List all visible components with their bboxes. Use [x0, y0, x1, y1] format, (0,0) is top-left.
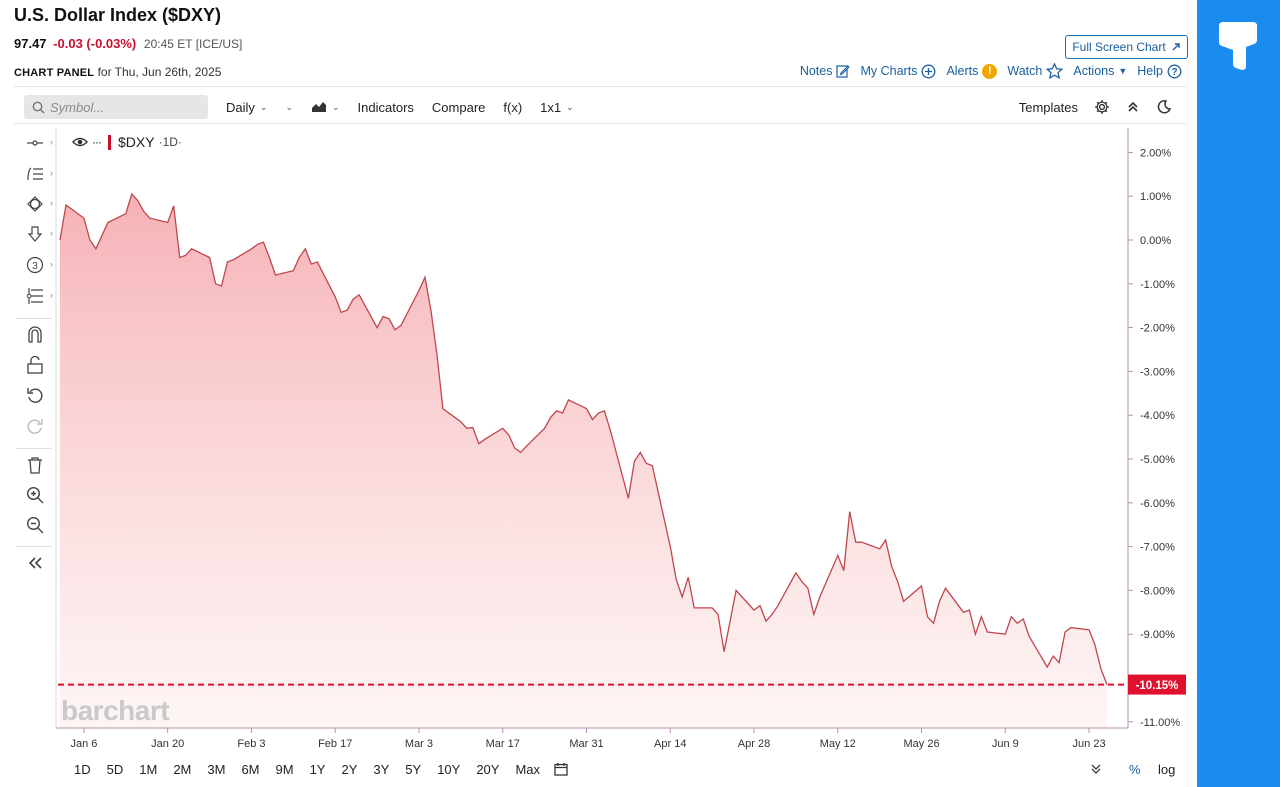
range-collapse[interactable] — [1090, 758, 1102, 780]
x-tick-label: May 26 — [903, 738, 939, 750]
y-tick-label: -1.00% — [1140, 279, 1175, 291]
percent-scale-toggle[interactable]: % — [1129, 758, 1141, 780]
range-button-3m[interactable]: 3M — [199, 762, 233, 777]
x-tick-label: Mar 17 — [486, 738, 520, 750]
price-chart[interactable]: -10.15% 2.00% 1.00% 0.00% -1.00% -2.00% -3.00… — [0, 0, 1197, 787]
x-tick-label: Jun 23 — [1073, 738, 1106, 750]
x-tick-label: Mar 31 — [569, 738, 603, 750]
brand-sidebar — [1197, 0, 1280, 787]
range-button-1y[interactable]: 1Y — [302, 762, 334, 777]
x-tick-label: Jan 6 — [70, 738, 97, 750]
x-tick-label: Feb 17 — [318, 738, 352, 750]
y-tick-label: -9.00% — [1140, 629, 1175, 641]
y-tick-label: 1.00% — [1140, 191, 1171, 203]
series-area-fill — [60, 194, 1107, 728]
x-tick-label: Jan 20 — [151, 738, 184, 750]
range-button-6m[interactable]: 6M — [233, 762, 267, 777]
x-axis-ticks: Jan 6 Jan 20 Feb 3 Feb 17 Mar 3 Mar 17 Mar 31 A… — [70, 728, 1106, 750]
x-tick-label: Feb 3 — [237, 738, 265, 750]
x-tick-label: May 12 — [820, 738, 856, 750]
time-range-selector: 1D 5D 1M 2M 3M 6M 9M 1Y 2Y 3Y 5Y 10Y 20Y Max — [66, 758, 568, 780]
range-button-10y[interactable]: 10Y — [429, 762, 468, 777]
x-tick-label: Jun 9 — [992, 738, 1019, 750]
range-button-5d[interactable]: 5D — [99, 762, 132, 777]
x-tick-label: Apr 28 — [738, 738, 770, 750]
y-tick-label: -7.00% — [1140, 542, 1175, 554]
barchart-watermark: barchart — [61, 695, 170, 726]
legend-more-icon[interactable]: ··· — [92, 135, 102, 149]
y-tick-label: -2.00% — [1140, 323, 1175, 335]
y-tick-label: -4.00% — [1140, 410, 1175, 422]
x-tick-label: Mar 3 — [405, 738, 433, 750]
range-button-9m[interactable]: 9M — [268, 762, 302, 777]
calendar-icon[interactable] — [554, 762, 568, 776]
y-tick-label: -5.00% — [1140, 454, 1175, 466]
y-tick-label: 2.00% — [1140, 147, 1171, 159]
range-button-2m[interactable]: 2M — [165, 762, 199, 777]
y-tick-label: -8.00% — [1140, 585, 1175, 597]
area-layer — [59, 192, 1108, 728]
last-value-label: -10.15% — [1136, 680, 1179, 692]
log-scale-toggle[interactable]: log — [1158, 758, 1175, 780]
y-tick-label: -11.00% — [1140, 717, 1180, 729]
range-button-5y[interactable]: 5Y — [397, 762, 429, 777]
eye-icon[interactable] — [72, 136, 88, 148]
y-tick-label: -3.00% — [1140, 366, 1175, 378]
range-button-3y[interactable]: 3Y — [365, 762, 397, 777]
legend-resolution: ·1D· — [158, 135, 182, 149]
range-button-20y[interactable]: 20Y — [468, 762, 507, 777]
page: U.S. Dollar Index ($DXY) 97.47 -0.03 (-0… — [0, 0, 1280, 787]
legend-ticker: $DXY — [118, 134, 155, 150]
range-button-1m[interactable]: 1M — [131, 762, 165, 777]
chart-legend: ··· $DXY ·1D· — [72, 134, 182, 150]
brand-logo-icon — [1219, 22, 1257, 70]
range-button-max[interactable]: Max — [507, 762, 548, 777]
y-tick-label: 0.00% — [1140, 235, 1171, 247]
x-tick-label: Apr 14 — [654, 738, 686, 750]
y-tick-label: -6.00% — [1140, 498, 1175, 510]
series-color-swatch — [108, 134, 111, 150]
double-chevron-down-icon — [1091, 764, 1101, 774]
y-axis-ticks: 2.00% 1.00% 0.00% -1.00% -2.00% -3.00% -4.00% -… — [1128, 147, 1180, 729]
range-button-1d[interactable]: 1D — [66, 762, 99, 777]
range-button-2y[interactable]: 2Y — [333, 762, 365, 777]
